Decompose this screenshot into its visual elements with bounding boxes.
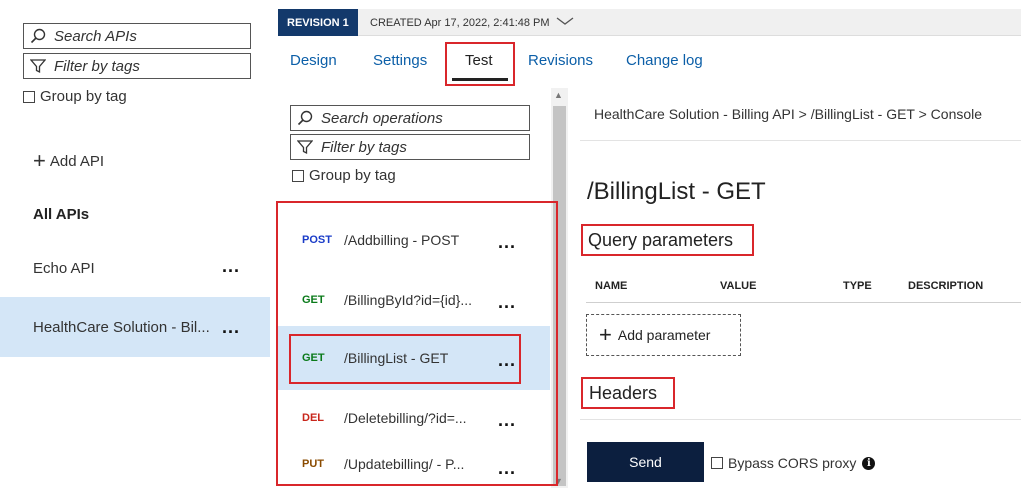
revision-bar: REVISION 1 CREATED Apr 17, 2022, 2:41:48…: [278, 9, 1021, 36]
group-by-tag-toggle[interactable]: Group by tag: [23, 88, 127, 105]
divider: [580, 140, 1021, 141]
search-icon: [297, 110, 315, 126]
api-item-label: HealthCare Solution - Bil...: [33, 319, 210, 336]
add-api-label: Add API: [49, 152, 105, 170]
group-by-tag-operations-toggle[interactable]: Group by tag: [292, 167, 396, 184]
send-button[interactable]: Send: [587, 442, 704, 482]
add-api-button[interactable]: + Add API: [33, 150, 104, 172]
search-icon: [30, 28, 48, 44]
plus-icon: +: [599, 322, 612, 347]
group-by-tag-label: Group by tag: [40, 88, 127, 105]
bypass-cors-checkbox[interactable]: [711, 457, 723, 469]
column-header-name: NAME: [595, 280, 628, 292]
add-parameter-label: Add parameter: [617, 327, 711, 343]
annotation-box-billinglist: [289, 334, 521, 384]
column-header-description: DESCRIPTION: [908, 280, 984, 292]
divider: [580, 419, 1021, 420]
breadcrumb: HealthCare Solution - Billing API > /Bil…: [594, 106, 983, 122]
annotation-box-query-params: [581, 224, 754, 256]
more-options-icon[interactable]: ...: [222, 256, 240, 277]
tab-revisions[interactable]: Revisions: [528, 52, 593, 69]
filter-apis-input[interactable]: Filter by tags: [23, 53, 251, 79]
column-header-value: VALUE: [720, 280, 757, 292]
filter-icon: [30, 58, 48, 74]
divider: [586, 302, 1021, 303]
search-operations-input[interactable]: Search operations: [290, 105, 530, 131]
search-operations-placeholder: Search operations: [321, 109, 443, 127]
group-by-tag-label: Group by tag: [309, 167, 396, 184]
more-options-icon[interactable]: ...: [222, 317, 240, 338]
column-header-type: TYPE: [843, 280, 872, 292]
search-apis-placeholder: Search APIs: [54, 27, 137, 45]
scroll-up-icon[interactable]: ▲: [554, 90, 563, 100]
revision-created-text: CREATED Apr 17, 2022, 2:41:48 PM: [370, 16, 550, 29]
page-title: /BillingList - GET: [587, 178, 766, 205]
bypass-cors-label: Bypass CORS proxy: [728, 455, 857, 471]
api-item-healthcare[interactable]: HealthCare Solution - Bil... ...: [0, 297, 270, 357]
filter-operations-input[interactable]: Filter by tags: [290, 134, 530, 160]
all-apis-heading: All APIs: [33, 206, 90, 223]
filter-icon: [297, 139, 315, 155]
filter-apis-placeholder: Filter by tags: [54, 57, 140, 75]
info-icon[interactable]: i: [862, 456, 876, 470]
filter-operations-placeholder: Filter by tags: [321, 138, 407, 156]
chevron-down-icon: [556, 16, 574, 29]
annotation-box-test-tab: [445, 42, 515, 86]
revision-created[interactable]: CREATED Apr 17, 2022, 2:41:48 PM: [370, 9, 574, 36]
api-item-label: Echo API: [33, 260, 95, 277]
tab-change-log[interactable]: Change log: [626, 52, 703, 69]
plus-icon: +: [33, 148, 46, 173]
bypass-cors-toggle[interactable]: Bypass CORS proxy i: [711, 455, 876, 471]
tab-settings[interactable]: Settings: [373, 52, 427, 69]
annotation-box-headers: [581, 377, 675, 409]
tab-design[interactable]: Design: [290, 52, 337, 69]
add-parameter-button[interactable]: + Add parameter: [586, 314, 741, 356]
group-by-tag-checkbox[interactable]: [23, 90, 35, 103]
api-item-echo[interactable]: Echo API ...: [0, 245, 270, 295]
group-by-tag-checkbox[interactable]: [292, 169, 304, 182]
search-apis-input[interactable]: Search APIs: [23, 23, 251, 49]
revision-tag: REVISION 1: [278, 9, 358, 36]
